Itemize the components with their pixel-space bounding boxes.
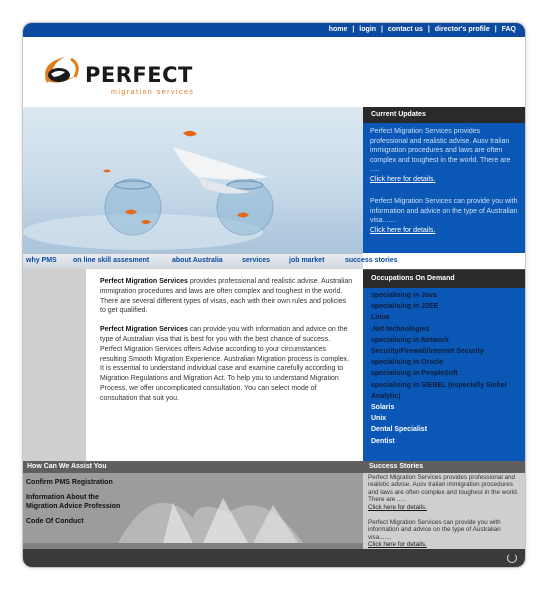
nav-success-stories[interactable]: success stories bbox=[345, 257, 415, 264]
occupation-item[interactable]: Dental Specialist bbox=[371, 424, 517, 435]
nav-login-link[interactable]: login bbox=[356, 26, 379, 33]
occupation-item[interactable]: Solaris bbox=[371, 402, 517, 413]
assist-panel: How Can We Assist You Confirm PMS Regist… bbox=[23, 461, 363, 549]
hero-banner-image bbox=[23, 107, 363, 253]
update-details-link[interactable]: Click here for details. bbox=[370, 226, 518, 236]
update-text: Perfect Migration Services can provide y… bbox=[370, 198, 518, 224]
nav-separator: | bbox=[427, 26, 430, 33]
story-text: Perfect Migration Services can provide y… bbox=[368, 519, 501, 541]
page-frame: home | login | contact us | director's p… bbox=[22, 22, 526, 568]
occupation-item[interactable]: specialising in Java bbox=[371, 290, 517, 301]
occupations-panel: Occupations On Demand specialising in Ja… bbox=[363, 269, 525, 461]
nav-why-pms[interactable]: why PMS bbox=[26, 257, 57, 264]
content-company-name: Perfect Migration Services bbox=[100, 278, 188, 285]
nav-director-profile-link[interactable]: director's profile bbox=[432, 26, 493, 33]
nav-separator: | bbox=[494, 26, 497, 33]
occupation-item[interactable]: Linux bbox=[371, 312, 517, 323]
assist-item-confirm-registration[interactable]: Confirm PMS Registration bbox=[26, 479, 126, 486]
story-details-link[interactable]: Click here for details. bbox=[368, 541, 520, 548]
success-stories-panel: Success Stories Perfect Migration Servic… bbox=[363, 461, 525, 549]
occupation-item[interactable]: .Net technologies bbox=[371, 324, 517, 335]
top-nav: home | login | contact us | director's p… bbox=[23, 23, 525, 37]
left-gray-column bbox=[23, 269, 86, 461]
occupation-item[interactable]: specialising in Oracle bbox=[371, 357, 517, 368]
logo-area: PERFECT migration services bbox=[23, 37, 525, 107]
footer-logo-icon bbox=[507, 553, 517, 563]
nav-online-skill-assessment[interactable]: on line skill assesment bbox=[73, 257, 149, 264]
story-details-link[interactable]: Click here for details. bbox=[368, 504, 520, 511]
update-details-link[interactable]: Click here for details. bbox=[370, 175, 518, 185]
logo-wordmark[interactable]: PERFECT bbox=[85, 63, 193, 87]
nav-services[interactable]: services bbox=[242, 257, 270, 264]
logo-subtitle: migration services bbox=[111, 89, 195, 96]
occupation-item[interactable]: specialising in PeopleSoft bbox=[371, 368, 517, 379]
occupation-item[interactable]: specialising in Network bbox=[371, 335, 517, 346]
logo-globe-icon[interactable] bbox=[37, 53, 83, 93]
assist-item-code-of-conduct[interactable]: Code Of Conduct bbox=[26, 518, 126, 525]
main-content: Perfect Migration Services provides prof… bbox=[86, 269, 363, 461]
hero-goldfish-illustration bbox=[23, 130, 274, 250]
nav-separator: | bbox=[352, 26, 355, 33]
update-text: Perfect Migration Services provides prof… bbox=[370, 128, 511, 173]
nav-about-australia[interactable]: about Australia bbox=[172, 257, 223, 264]
current-updates-heading: Current Updates bbox=[363, 107, 525, 123]
nav-separator: | bbox=[380, 26, 383, 33]
occupation-item[interactable]: Security/Firewall/Internet Security bbox=[371, 346, 517, 357]
occupation-item[interactable]: Unix bbox=[371, 413, 517, 424]
nav-contact-link[interactable]: contact us bbox=[385, 26, 426, 33]
current-updates-panel: Current Updates Perfect Migration Servic… bbox=[363, 107, 525, 253]
main-nav: why PMS on line skill assesment about Au… bbox=[23, 253, 398, 270]
assist-item-migration-advice[interactable]: Information About the Migration Advice P… bbox=[26, 493, 126, 511]
occupation-item[interactable]: specialising in J2EE bbox=[371, 301, 517, 312]
footer-bar bbox=[23, 549, 525, 567]
assist-heading: How Can We Assist You bbox=[23, 461, 363, 473]
nav-faq-link[interactable]: FAQ bbox=[499, 26, 519, 33]
content-company-name: Perfect Migration Services bbox=[100, 326, 188, 334]
occupation-item[interactable]: Dentist bbox=[371, 436, 517, 447]
occupations-list[interactable]: specialising in Java specialising in J2EE… bbox=[363, 288, 525, 462]
nav-home-link[interactable]: home bbox=[326, 26, 351, 33]
nav-job-market[interactable]: job market bbox=[289, 257, 324, 264]
success-stories-heading: Success Stories bbox=[363, 461, 525, 473]
occupation-item[interactable]: specialising in SIEBEL (especially Siebe… bbox=[371, 380, 517, 402]
content-paragraph: can provide you with information and adv… bbox=[100, 326, 350, 402]
story-text: Perfect Migration Services provides prof… bbox=[368, 474, 519, 504]
occupations-heading: Occupations On Demand bbox=[363, 269, 525, 288]
